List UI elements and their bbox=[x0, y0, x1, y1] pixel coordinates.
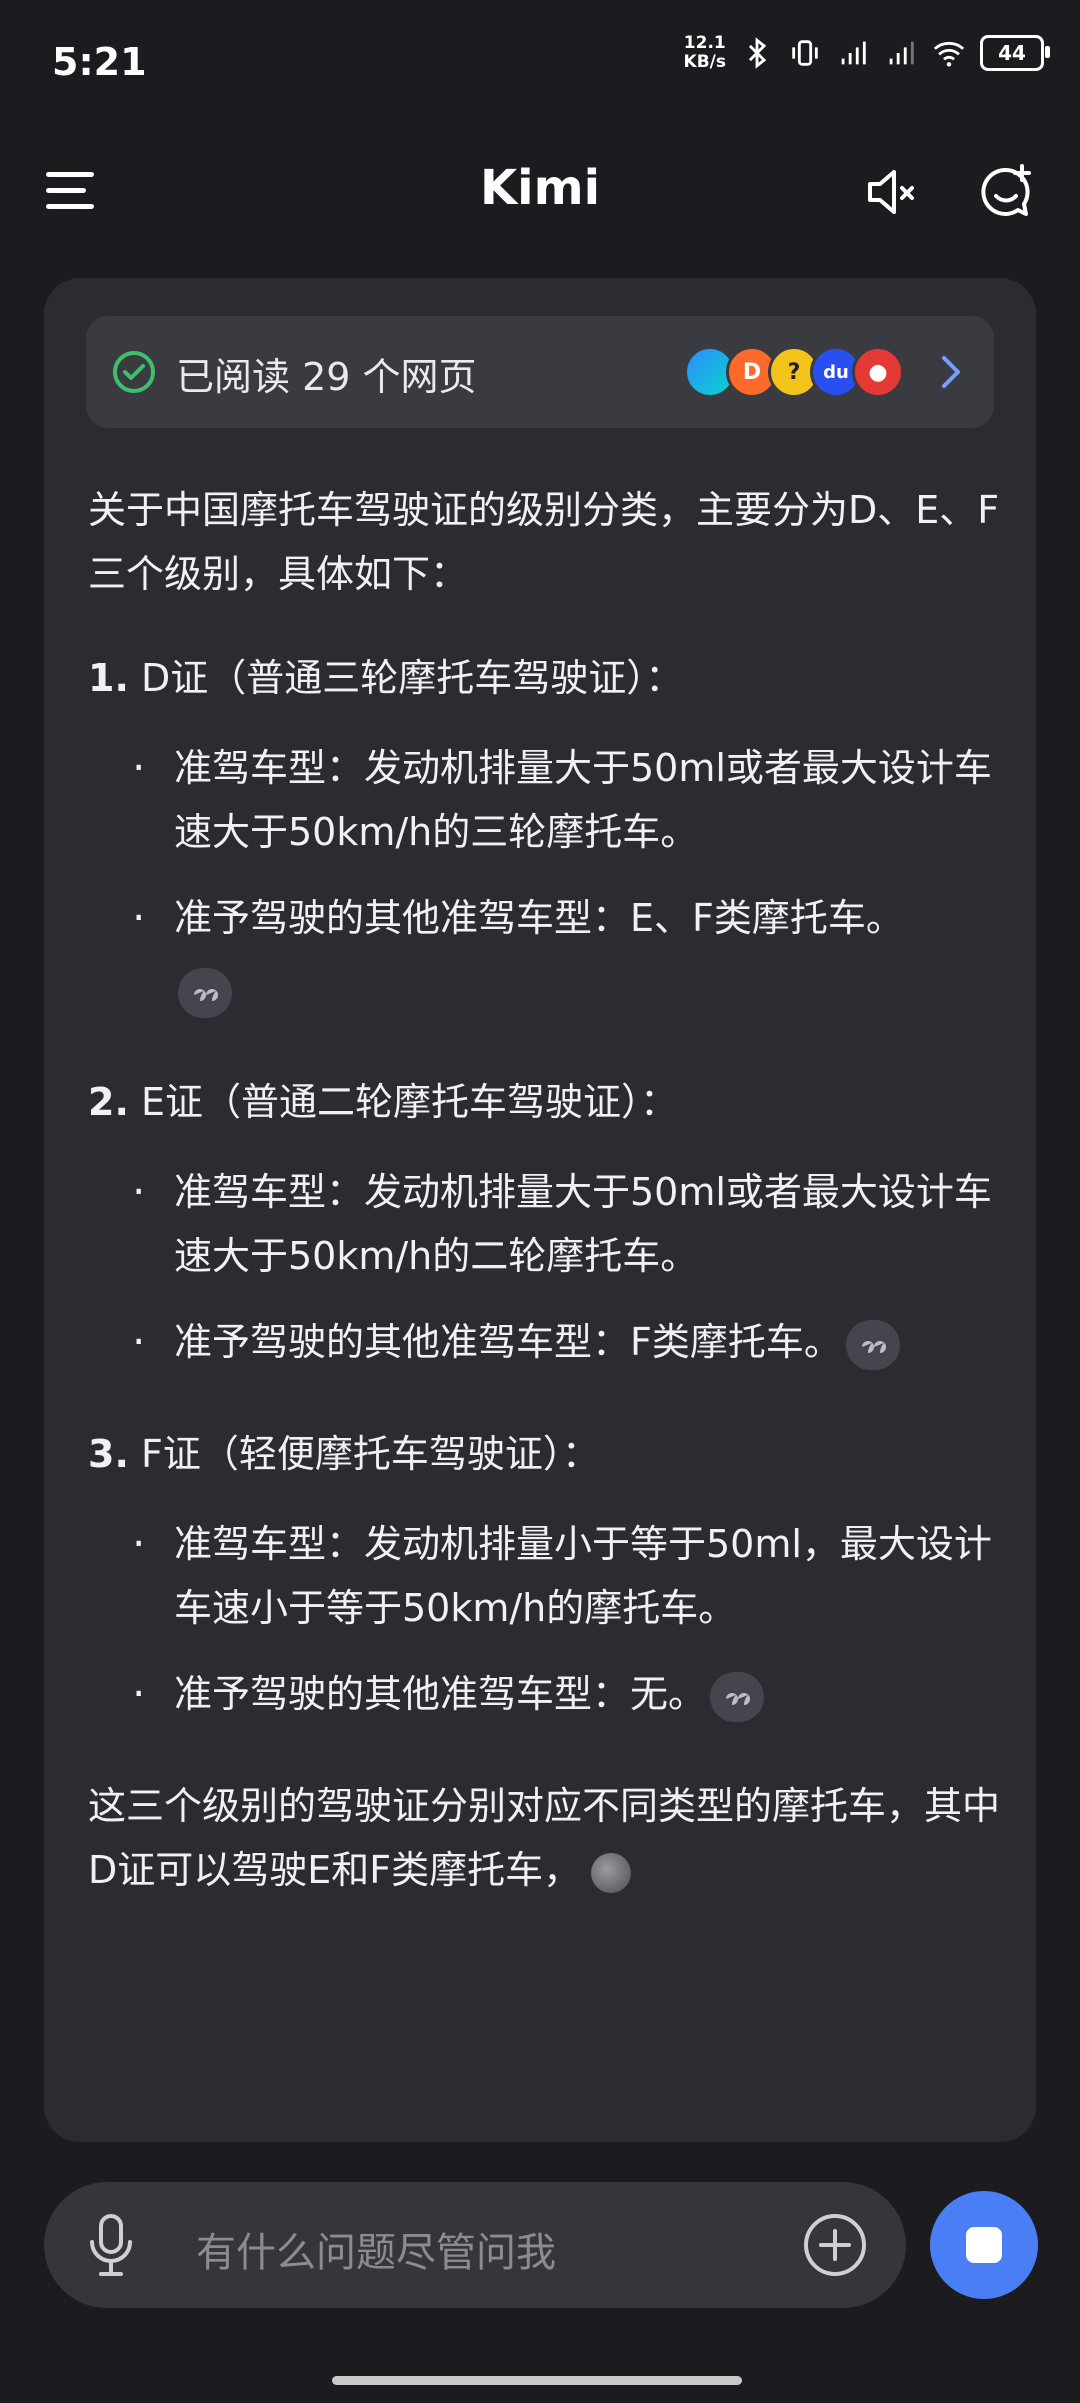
status-bar: 5:21 12.1 KB/s 44 bbox=[0, 0, 1080, 130]
microphone-icon[interactable] bbox=[86, 2212, 136, 2278]
section-number: 1. bbox=[88, 656, 129, 700]
add-attachment-icon[interactable] bbox=[802, 2212, 868, 2278]
battery-indicator: 44 bbox=[980, 35, 1050, 71]
section-title: F证（轻便摩托车驾驶证）： bbox=[140, 1432, 600, 1476]
bullet-text: 准予驾驶的其他准驾车型：F类摩托车。 bbox=[174, 1320, 842, 1364]
answer-outro: 这三个级别的驾驶证分别对应不同类型的摩托车，其中D证可以驾驶E和F类摩托车， bbox=[88, 1774, 1008, 1902]
bullet-list: 准驾车型：发动机排量大于50ml或者最大设计车速大于50km/h的二轮摩托车。 … bbox=[88, 1160, 1008, 1374]
section-d-license: 1. D证（普通三轮摩托车驾驶证）： 准驾车型：发动机排量大于50ml或者最大设… bbox=[88, 646, 1008, 1022]
signal-hd-2-icon bbox=[889, 41, 914, 65]
chevron-right-icon bbox=[942, 356, 960, 388]
network-speed: 12.1 KB/s bbox=[684, 34, 726, 72]
signal-hd-1-icon bbox=[841, 41, 866, 65]
answer-content: 关于中国摩托车驾驶证的级别分类，主要分为D、E、F三个级别，具体如下： 1. D… bbox=[88, 478, 1008, 1942]
loading-moon-icon bbox=[591, 1852, 632, 1893]
citation-quote-icon[interactable] bbox=[178, 967, 232, 1018]
list-item: 准予驾驶的其他准驾车型：无。 bbox=[88, 1662, 1008, 1726]
section-e-license: 2. E证（普通二轮摩托车驾驶证）： 准驾车型：发动机排量大于50ml或者最大设… bbox=[88, 1070, 1008, 1374]
citation-quote-icon[interactable] bbox=[845, 1319, 900, 1370]
network-speed-value: 12.1 bbox=[683, 33, 726, 53]
source-favicons: D ? du ● bbox=[684, 346, 904, 398]
section-heading: 2. E证（普通二轮摩托车驾驶证）： bbox=[88, 1070, 1008, 1134]
bullet-text: 准驾车型：发动机排量小于等于50ml，最大设计车速小于等于50km/h的摩托车。 bbox=[174, 1522, 992, 1630]
bullet-list: 准驾车型：发动机排量大于50ml或者最大设计车速大于50km/h的三轮摩托车。 … bbox=[88, 736, 1008, 1022]
bullet-text: 准驾车型：发动机排量大于50ml或者最大设计车速大于50km/h的三轮摩托车。 bbox=[174, 746, 992, 854]
home-indicator[interactable] bbox=[332, 2376, 742, 2385]
section-f-license: 3. F证（轻便摩托车驾驶证）： 准驾车型：发动机排量小于等于50ml，最大设计… bbox=[88, 1422, 1008, 1726]
bullet-text: 准予驾驶的其他准驾车型：无。 bbox=[174, 1672, 707, 1716]
bullet-text: 准予驾驶的其他准驾车型：E、F类摩托车。 bbox=[174, 896, 904, 940]
sources-count-text: 已阅读 29 个网页 bbox=[176, 355, 477, 399]
sources-pill[interactable]: 已阅读 29 个网页 D ? du ● bbox=[86, 316, 994, 428]
status-time: 5:21 bbox=[52, 40, 147, 84]
section-number: 2. bbox=[88, 1080, 129, 1124]
vibrate-icon bbox=[792, 40, 818, 66]
message-input[interactable]: 有什么问题尽管问我 bbox=[44, 2182, 906, 2308]
status-icons: 12.1 KB/s 44 bbox=[684, 34, 1050, 72]
stop-generating-button[interactable] bbox=[930, 2191, 1038, 2299]
app-header: Kimi bbox=[0, 140, 1080, 250]
new-chat-icon[interactable] bbox=[976, 162, 1036, 222]
wifi-icon bbox=[933, 41, 965, 67]
list-item: 准予驾驶的其他准驾车型：E、F类摩托车。 bbox=[88, 886, 1008, 1022]
section-heading: 3. F证（轻便摩托车驾驶证）： bbox=[88, 1422, 1008, 1486]
citation-quote-icon[interactable] bbox=[710, 1671, 765, 1722]
favicon-red-icon: ● bbox=[852, 346, 904, 398]
list-item: 准驾车型：发动机排量小于等于50ml，最大设计车速小于等于50km/h的摩托车。 bbox=[88, 1512, 1008, 1640]
bluetooth-icon bbox=[748, 37, 767, 69]
list-item: 准驾车型：发动机排量大于50ml或者最大设计车速大于50km/h的三轮摩托车。 bbox=[88, 736, 1008, 864]
outro-text: 这三个级别的驾驶证分别对应不同类型的摩托车，其中D证可以驾驶E和F类摩托车， bbox=[88, 1784, 1001, 1892]
section-title: D证（普通三轮摩托车驾驶证）： bbox=[140, 656, 684, 700]
list-item: 准予驾驶的其他准驾车型：F类摩托车。 bbox=[88, 1310, 1008, 1374]
section-heading: 1. D证（普通三轮摩托车驾驶证）： bbox=[88, 646, 1008, 710]
check-circle-icon bbox=[113, 351, 155, 393]
network-speed-unit: KB/s bbox=[683, 52, 726, 72]
list-item: 准驾车型：发动机排量大于50ml或者最大设计车速大于50km/h的二轮摩托车。 bbox=[88, 1160, 1008, 1288]
input-placeholder: 有什么问题尽管问我 bbox=[196, 2230, 556, 2276]
mute-icon[interactable] bbox=[860, 162, 920, 222]
assistant-message-card: 已阅读 29 个网页 D ? du ● 关于中国摩托车驾驶证的级别分类，主要分为… bbox=[44, 278, 1036, 2142]
section-title: E证（普通二轮摩托车驾驶证）： bbox=[140, 1080, 678, 1124]
section-number: 3. bbox=[88, 1432, 129, 1476]
stop-icon bbox=[966, 2227, 1002, 2263]
answer-intro: 关于中国摩托车驾驶证的级别分类，主要分为D、E、F三个级别，具体如下： bbox=[88, 488, 1000, 596]
bullet-text: 准驾车型：发动机排量大于50ml或者最大设计车速大于50km/h的二轮摩托车。 bbox=[174, 1170, 992, 1278]
bullet-list: 准驾车型：发动机排量小于等于50ml，最大设计车速小于等于50km/h的摩托车。… bbox=[88, 1512, 1008, 1726]
